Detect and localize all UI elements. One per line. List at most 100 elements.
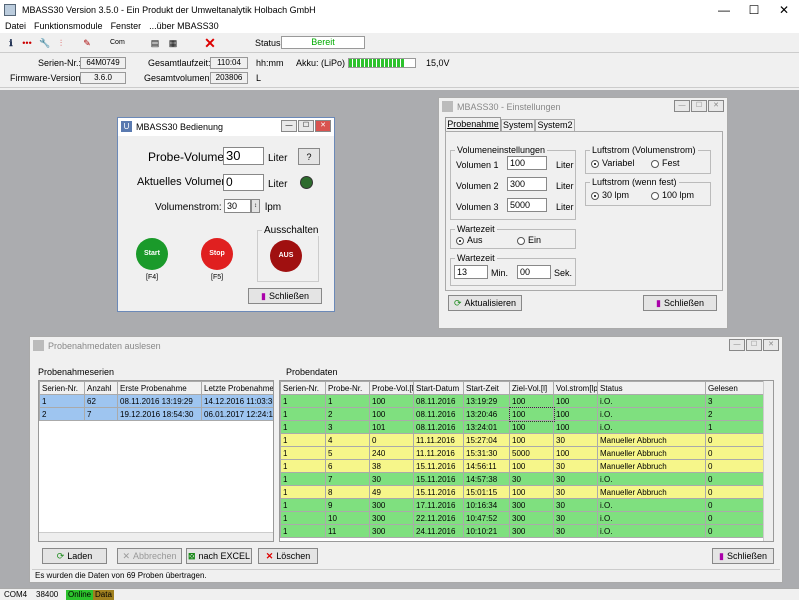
table-cell: 15:27:04 [463,433,510,447]
proben-table: Serien-Nr. Probe-Nr. Probe-Vol.[l] Start… [280,381,764,538]
laden-button[interactable]: ⟳ Laden [42,548,107,564]
stop-icon[interactable]: ✕ [203,36,217,50]
start-button[interactable]: Start [136,238,168,270]
table-cell: Manueller Abbruch [597,446,706,460]
col-header[interactable]: Erste Probenahme [117,381,202,395]
table-row[interactable]: 1 1 100 08.11.2016 13:19:29 100 100 i.O. 3 [280,394,764,408]
help-button[interactable]: ? [298,148,320,165]
minuten-input[interactable]: 13 [454,265,488,279]
aktualisieren-button[interactable]: ⟳ Aktualisieren [448,295,522,311]
col-header[interactable]: Serien-Nr. [39,381,85,395]
minimize-button[interactable]: — [729,339,745,351]
radio-dot [591,159,599,168]
volumenstrom-spinner[interactable]: ↕ [251,199,260,213]
menu-fenster[interactable]: Fenster [111,20,142,33]
col-header[interactable]: Probe-Nr. [325,381,370,395]
wrench-icon[interactable]: 🔧 [38,36,52,50]
table-cell: Manueller Abbruch [597,459,706,473]
col-header[interactable]: Letzte Probenahme [201,381,273,395]
lpm30-radio[interactable]: 30 lpm [591,190,629,201]
col-header[interactable]: Probe-Vol.[l] [369,381,414,395]
table-row[interactable]: 1 9 300 17.11.2016 10:16:34 300 30 i.O. 0 [280,498,764,512]
menu-funktionsmodule[interactable]: Funktionsmodule [34,20,103,33]
schliessen-button[interactable]: ▮ Schließen [712,548,774,564]
aus-radio[interactable]: Aus [456,235,483,246]
tab-probenahme[interactable]: Probenahme [445,117,501,131]
table-row[interactable]: 1 6 38 15.11.2016 14:56:11 100 30 Manueller Abb… [280,459,764,473]
probe-volumen-input[interactable]: 30 [223,147,264,165]
ein-radio[interactable]: Ein [517,235,541,246]
col-header[interactable]: Vol.strom[lpm] [553,381,598,395]
table-row[interactable]: 1 4 0 11.11.2016 15:27:04 100 30 Manueller Abbr… [280,433,764,447]
volumenstrom-label: Volumenstrom: [155,202,222,213]
table-row[interactable]: 1 11 300 24.11.2016 10:10:21 300 30 i.O. 0 [280,524,764,538]
table-row[interactable]: 1 8 49 15.11.2016 15:01:15 100 30 Manueller Abb… [280,485,764,499]
loeschen-button[interactable]: ✕ Löschen [258,548,318,564]
col-header[interactable]: Start-Zeit [463,381,510,395]
edit-icon[interactable]: ✎ [80,36,94,50]
table-row[interactable]: 1 10 300 22.11.2016 10:47:52 300 30 i.O. 0 [280,511,764,525]
menu-datei[interactable]: Datei [5,20,26,33]
sekunden-input[interactable]: 00 [517,265,551,279]
vertical-scrollbar[interactable] [763,381,773,541]
table-row[interactable]: 1 3 101 08.11.2016 13:24:01 100 100 i.O. 1 [280,420,764,434]
tab-system[interactable]: System [501,119,535,131]
print-icon[interactable]: ▦ [166,36,180,50]
table-cell: 15.11.2016 [413,459,464,473]
abbrechen-label: Abbrechen [133,551,177,561]
table-row[interactable]: 1 2 100 08.11.2016 13:20:46 100 100 i.O. 2 [280,406,764,422]
maximize-button[interactable]: ☐ [739,0,769,20]
aus-button[interactable]: AUS [270,240,302,272]
table-cell: 30 [553,498,598,512]
fest-radio[interactable]: Fest [651,158,680,169]
close-button[interactable]: ✕ [315,120,331,132]
online-status: Online [66,590,94,600]
table-row[interactable]: 1 5 240 11.11.2016 15:31:30 5000 100 Manueller … [280,446,764,460]
table-cell: 30 [553,433,598,447]
menu-ueber[interactable]: ...über MBASS30 [149,20,219,33]
tab-system2[interactable]: System2 [535,119,575,131]
schliessen-button[interactable]: ▮ Schließen [248,288,322,304]
table-row[interactable]: 1 62 08.11.2016 13:19:29 14.12.2016 11:0… [39,394,273,408]
table-row[interactable]: 1 7 30 15.11.2016 14:57:38 30 30 i.O. 0 [280,472,764,486]
maximize-button[interactable]: ☐ [691,100,707,112]
document-icon[interactable]: ▤ [148,36,162,50]
excel-button[interactable]: ⊠ nach EXCEL [186,548,252,564]
table-cell: 08.11.2016 [413,407,464,421]
settings-icon[interactable]: ⫶ [54,36,68,50]
col-header[interactable]: Serien-Nr. [280,381,326,395]
volumen3-input[interactable]: 5000 [507,198,547,212]
com-icon[interactable]: Com [110,36,125,50]
wartezeit-time-group-label: Wartezeit [455,253,497,263]
info-icon[interactable]: ℹ [4,36,18,50]
col-header[interactable]: Start-Datum [413,381,464,395]
table-row[interactable]: 2 7 19.12.2016 18:54:30 06.01.2017 12:24… [39,407,273,421]
stop-button[interactable]: Stop [201,238,233,270]
schliessen-button[interactable]: ▮ Schließen [643,295,717,311]
maximize-button[interactable]: ☐ [746,339,762,351]
minimize-button[interactable]: — [281,120,297,132]
firmware-label: Firmware-Version: [10,73,84,83]
connect-icon[interactable]: ••• [20,36,34,50]
lpm100-radio[interactable]: 100 lpm [651,190,694,201]
volumen2-input[interactable]: 300 [507,177,547,191]
close-button[interactable]: ✕ [763,339,779,351]
auslesen-titlebar: Probenahmedaten auslesen — ☐ ✕ [30,337,782,355]
col-header[interactable]: Ziel-Vol.[l] [509,381,554,395]
lpm30-label: 30 lpm [602,190,630,200]
table-cell: 1 [280,472,326,486]
minimize-button[interactable]: — [709,0,739,20]
col-header[interactable]: Status [597,381,706,395]
abbrechen-button[interactable]: ✕ Abbrechen [117,548,182,564]
close-button[interactable]: ✕ [708,100,724,112]
close-button[interactable]: ✕ [769,0,799,20]
volumen1-input[interactable]: 100 [507,156,547,170]
maximize-button[interactable]: ☐ [298,120,314,132]
volumenstrom-input[interactable]: 30 [224,199,251,213]
minimize-button[interactable]: — [674,100,690,112]
col-header[interactable]: Gelesen [705,381,764,395]
col-header[interactable]: Anzahl [84,381,118,395]
proben-table-container: Serien-Nr. Probe-Nr. Probe-Vol.[l] Start… [279,380,774,542]
variabel-radio[interactable]: Variabel [591,158,634,169]
horizontal-scrollbar[interactable] [39,532,273,541]
